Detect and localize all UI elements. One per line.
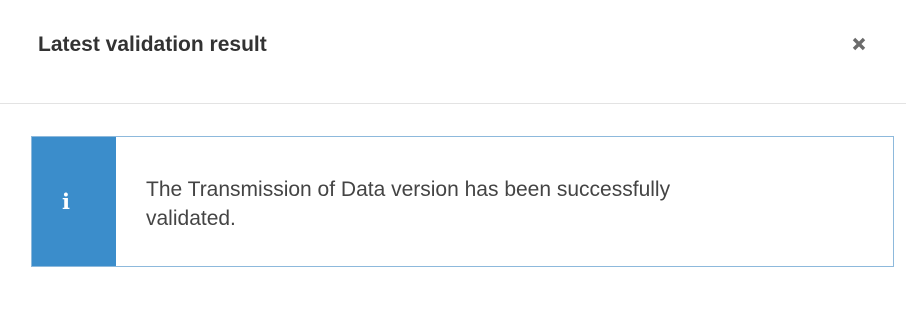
alert-message: The Transmission of Data version has bee… <box>146 178 671 230</box>
close-button[interactable] <box>844 29 874 59</box>
validation-result-dialog: Latest validation result i The Transmiss… <box>0 0 906 331</box>
close-icon <box>852 37 866 51</box>
alert-icon-box: i <box>32 137 116 266</box>
info-alert: i The Transmission of Data version has b… <box>31 136 894 267</box>
info-icon: i <box>62 189 70 214</box>
dialog-title: Latest validation result <box>38 33 267 56</box>
dialog-header: Latest validation result <box>0 0 906 104</box>
